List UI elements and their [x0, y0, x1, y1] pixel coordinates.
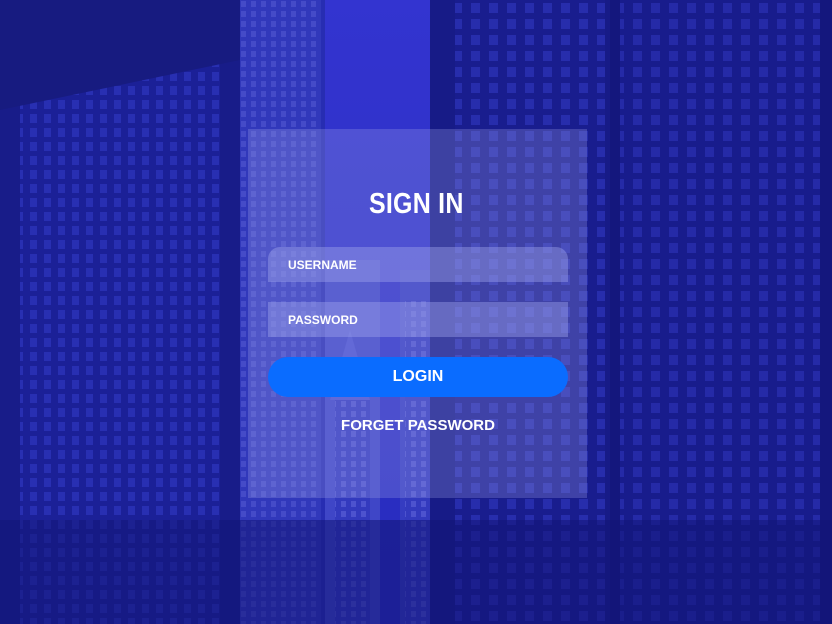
- password-input[interactable]: [268, 302, 568, 337]
- forget-password-link[interactable]: FORGET PASSWORD: [268, 417, 568, 434]
- login-screen: SIGN IN LOGIN FORGET PASSWORD: [0, 0, 832, 624]
- sign-in-title: SIGN IN: [368, 188, 464, 220]
- login-button[interactable]: LOGIN: [268, 357, 568, 397]
- username-input[interactable]: [268, 247, 568, 282]
